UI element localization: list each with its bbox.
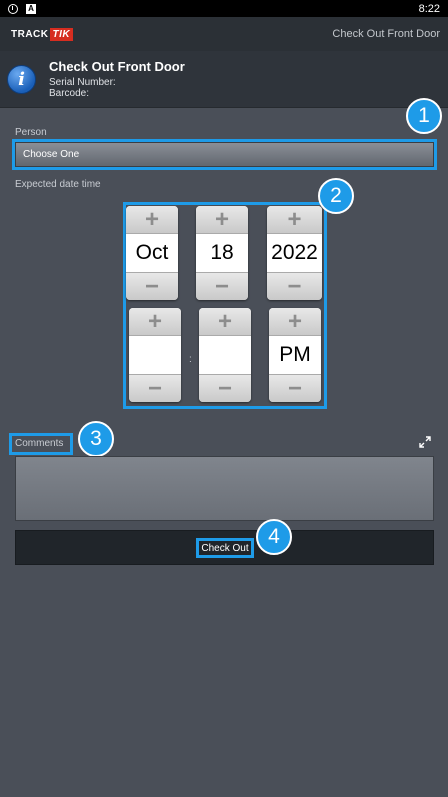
time-separator: : [189, 354, 192, 365]
hour-value[interactable] [129, 336, 181, 374]
logo-track-text: TRACK [11, 28, 49, 40]
info-icon: i [7, 64, 36, 94]
hour-spinner: + − [129, 308, 181, 402]
app-bar: TRACK TIK Check Out Front Door [0, 17, 448, 51]
minute-increment-button[interactable]: + [199, 308, 251, 336]
callout-2: 2 [318, 178, 354, 214]
expected-datetime-label: Expected date time [15, 179, 101, 190]
day-value[interactable]: 18 [196, 234, 248, 272]
ampm-increment-button[interactable]: + [269, 308, 321, 336]
hour-decrement-button[interactable]: − [129, 374, 181, 402]
app-title: Check Out Front Door [332, 28, 440, 40]
month-increment-button[interactable]: + [126, 206, 178, 234]
status-time: 8:22 [418, 2, 440, 15]
status-bar: A 8:22 [0, 0, 448, 17]
month-value[interactable]: Oct [126, 234, 178, 272]
serial-number-label: Serial Number: [49, 77, 116, 88]
expand-icon[interactable] [419, 436, 431, 448]
month-spinner: + Oct − [126, 206, 178, 300]
tracktik-logo: TRACK TIK [11, 27, 74, 41]
ampm-value[interactable]: PM [269, 336, 321, 374]
ampm-spinner: + PM − [269, 308, 321, 402]
item-header: i Check Out Front Door Serial Number: Ba… [0, 51, 448, 108]
day-increment-button[interactable]: + [196, 206, 248, 234]
callout-4: 4 [256, 519, 292, 555]
month-decrement-button[interactable]: − [126, 272, 178, 300]
minute-spinner: + − [199, 308, 251, 402]
item-title: Check Out Front Door [49, 59, 185, 74]
person-label: Person [15, 127, 47, 138]
status-icons: A [8, 3, 36, 14]
callout-3: 3 [78, 421, 114, 457]
comments-label: Comments [15, 438, 64, 449]
minute-value[interactable] [199, 336, 251, 374]
year-value[interactable]: 2022 [267, 234, 322, 272]
a-icon: A [26, 3, 36, 14]
checkout-button-label[interactable]: Check Out [196, 538, 254, 558]
item-details: Check Out Front Door Serial Number: Barc… [49, 59, 185, 99]
comments-textarea[interactable] [15, 456, 434, 521]
ampm-decrement-button[interactable]: − [269, 374, 321, 402]
person-select[interactable]: Choose One [15, 142, 434, 167]
minute-decrement-button[interactable]: − [199, 374, 251, 402]
day-decrement-button[interactable]: − [196, 272, 248, 300]
day-spinner: + 18 − [196, 206, 248, 300]
callout-1: 1 [406, 98, 442, 134]
year-increment-button[interactable]: + [267, 206, 322, 234]
logo-tik-text: TIK [49, 27, 74, 41]
barcode-label: Barcode: [49, 88, 90, 99]
year-spinner: + 2022 − [267, 206, 322, 300]
year-decrement-button[interactable]: − [267, 272, 322, 300]
hour-increment-button[interactable]: + [129, 308, 181, 336]
clock-icon [8, 3, 18, 14]
